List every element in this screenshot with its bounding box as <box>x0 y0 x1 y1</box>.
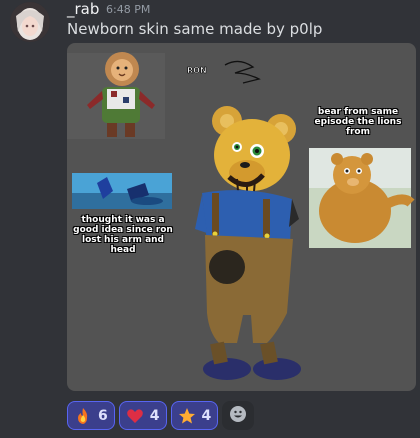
user-avatar[interactable] <box>10 2 50 42</box>
smiley-icon <box>229 405 247 427</box>
ron-text: RON <box>187 66 207 75</box>
bear-photo-thumbnail <box>309 148 415 248</box>
reactions-bar: 6 4 4 <box>67 401 255 430</box>
ron-label: RON <box>187 60 261 84</box>
message-timestamp: 6:48 PM <box>106 3 151 16</box>
reaction-count: 4 <box>201 407 212 424</box>
username[interactable]: _rab <box>67 0 99 18</box>
reaction-star[interactable]: 4 <box>170 401 219 430</box>
reaction-fire[interactable]: 6 <box>67 401 115 430</box>
game-screenshot-thumbnail <box>72 173 172 209</box>
reaction-count: 6 <box>98 407 108 424</box>
message-text: Newborn skin same made by p0lp <box>67 20 323 38</box>
fire-icon <box>72 405 94 427</box>
caption-bear-origin: bear from same episode the lions from <box>314 107 402 137</box>
reaction-count: 4 <box>149 407 160 424</box>
add-reaction-button[interactable] <box>222 401 255 430</box>
image-attachment[interactable]: RON bear from same episode the lions fro… <box>67 43 416 391</box>
reaction-heart[interactable]: 4 <box>118 401 167 430</box>
caption-thought-idea: thought it was a good idea since ron los… <box>73 215 173 255</box>
newborn-bear-character <box>195 106 301 380</box>
star-icon <box>176 405 198 427</box>
lion-costume-thumbnail <box>67 52 165 139</box>
heart-icon <box>124 405 146 427</box>
